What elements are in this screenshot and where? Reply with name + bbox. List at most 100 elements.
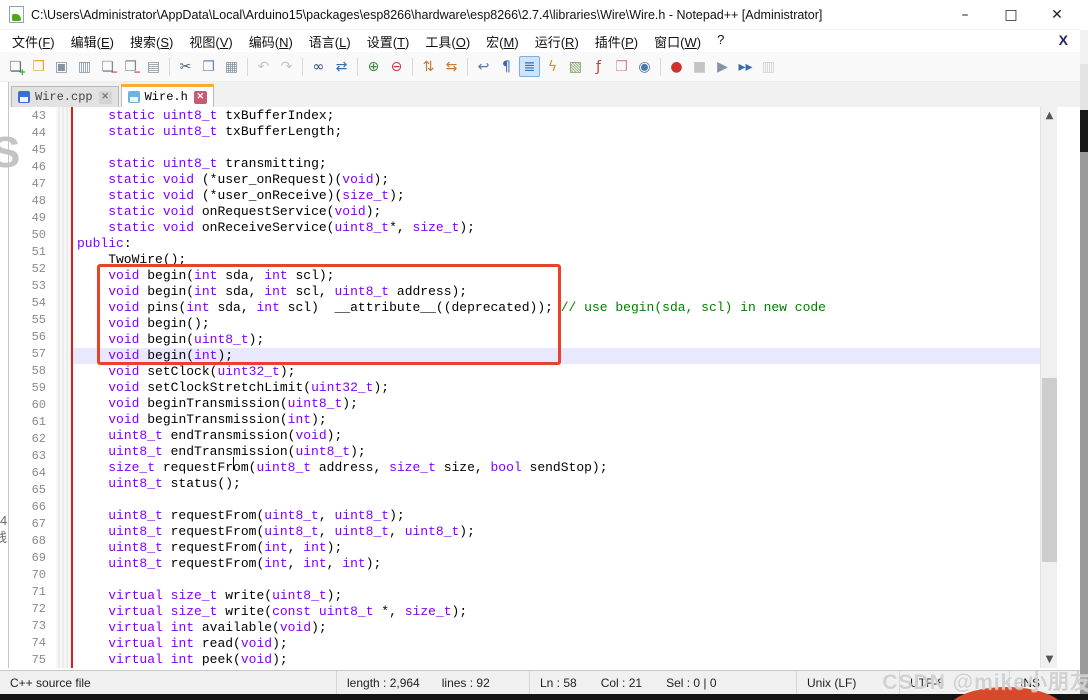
code-line-71[interactable]: uint8_t requestFrom(int, int, int); (9, 556, 1040, 572)
line-number-47[interactable]: 47 (9, 176, 56, 192)
line-number-61[interactable]: 61 (9, 414, 56, 430)
line-number-73[interactable]: 73 (9, 618, 56, 634)
tab-close-icon[interactable]: ✕ (193, 90, 207, 104)
code-line-72[interactable] (9, 572, 1040, 588)
line-number-51[interactable]: 51 (9, 244, 56, 260)
menu-language[interactable]: 语言(L) (301, 30, 359, 53)
menu-window[interactable]: 窗口(W) (646, 30, 709, 53)
scroll-up-arrow-icon[interactable]: ▲ (1041, 107, 1058, 124)
menu-search[interactable]: 搜索(S) (122, 30, 181, 53)
find-icon[interactable]: ∞ (308, 56, 329, 77)
code-line-66[interactable]: uint8_t status(); (9, 476, 1040, 492)
tab-wire-cpp[interactable]: Wire.cpp ✕ (11, 86, 119, 107)
sync-horizontal-icon[interactable]: ⇆ (441, 56, 462, 77)
replace-icon[interactable]: ⇄ (331, 56, 352, 77)
code-line-65[interactable]: size_t requestFrom(uint8_t address, size… (9, 460, 1040, 476)
print-icon[interactable]: ▤ (143, 56, 164, 77)
code-line-62[interactable]: void beginTransmission(int); (9, 412, 1040, 428)
close-button[interactable]: ✕ (1034, 0, 1080, 30)
indent-guide-icon[interactable]: ≣ (519, 56, 540, 77)
line-number-49[interactable]: 49 (9, 210, 56, 226)
new-file-icon[interactable]: ❏ + (5, 56, 26, 78)
word-wrap-icon[interactable]: ↩ (473, 56, 494, 77)
code-line-64[interactable]: uint8_t endTransmission(uint8_t); (9, 444, 1040, 460)
code-line-73[interactable]: virtual size_t write(uint8_t); (9, 588, 1040, 604)
line-number-gutter[interactable]: 43 44 45 46 47 48 49 50 51 52 53 54 55 56 57 58 59 60 61 62… (9, 107, 56, 668)
line-number-60[interactable]: 60 (9, 397, 56, 413)
close-all-icon[interactable]: ❐ − (120, 56, 141, 78)
code-line-61[interactable]: void beginTransmission(uint8_t); (9, 396, 1040, 412)
code-line-59[interactable]: void setClock(uint32_t); (9, 364, 1040, 380)
folder-as-workspace-icon[interactable]: ❒ (611, 56, 632, 77)
code-line-70[interactable]: uint8_t requestFrom(int, int); (9, 540, 1040, 556)
macro-stop-icon[interactable]: ■ (689, 56, 710, 77)
line-number-70[interactable]: 70 (9, 567, 56, 583)
save-all-icon[interactable]: ▥ (74, 56, 95, 77)
code-line-43[interactable]: static uint8_t txBufferIndex; (9, 108, 1040, 124)
line-number-65[interactable]: 65 (9, 482, 56, 498)
line-number-63[interactable]: 63 (9, 448, 56, 464)
menu-file[interactable]: 文件(F) (4, 30, 63, 53)
show-all-characters-icon[interactable]: ¶ (496, 56, 517, 77)
menu-run[interactable]: 运行(R) (527, 30, 587, 53)
code-editor[interactable]: static uint8_t txBufferIndex; static uin… (8, 107, 1040, 668)
line-number-67[interactable]: 67 (9, 516, 56, 532)
line-number-75[interactable]: 75 (9, 652, 56, 668)
maximize-button[interactable]: □ (988, 0, 1034, 30)
line-number-59[interactable]: 59 (9, 380, 56, 396)
macro-record-icon[interactable]: ● (666, 56, 687, 77)
user-command-icon[interactable]: ϟ (542, 56, 563, 77)
line-number-55[interactable]: 55 (9, 312, 56, 328)
scrollbar-thumb[interactable] (1042, 378, 1057, 562)
code-line-45[interactable] (9, 140, 1040, 156)
line-number-58[interactable]: 58 (9, 363, 56, 379)
menu-help[interactable]: ? (709, 30, 732, 53)
line-number-74[interactable]: 74 (9, 635, 56, 651)
macro-save-icon[interactable]: ▥ (758, 56, 779, 77)
code-line-49[interactable]: static void onRequestService(void); (9, 204, 1040, 220)
line-number-72[interactable]: 72 (9, 601, 56, 617)
line-number-57[interactable]: 57 (9, 346, 56, 362)
code-line-48[interactable]: static void (*user_onReceive)(size_t); (9, 188, 1040, 204)
function-list-icon[interactable]: ƒ (588, 56, 609, 77)
code-line-63[interactable]: uint8_t endTransmission(void); (9, 428, 1040, 444)
code-line-50[interactable]: static void onReceiveService(uint8_t*, s… (9, 220, 1040, 236)
menu-tools[interactable]: 工具(O) (417, 30, 478, 53)
line-number-43[interactable]: 43 (9, 108, 56, 124)
code-line-74[interactable]: virtual size_t write(const uint8_t *, si… (9, 604, 1040, 620)
line-number-56[interactable]: 56 (9, 329, 56, 345)
close-file-icon[interactable]: ❏ − (97, 56, 118, 78)
code-line-67[interactable] (9, 492, 1040, 508)
macro-play-icon[interactable]: ▶ (712, 56, 733, 77)
save-icon[interactable]: ▣ (51, 56, 72, 77)
zoom-in-icon[interactable]: ⊕ (363, 56, 384, 77)
tab-wire-h[interactable]: Wire.h ✕ (120, 84, 214, 107)
zoom-out-icon[interactable]: ⊖ (386, 56, 407, 77)
line-number-53[interactable]: 53 (9, 278, 56, 294)
code-line-51[interactable]: public: (9, 236, 1040, 252)
line-number-66[interactable]: 66 (9, 499, 56, 515)
code-line-75[interactable]: virtual int available(void); (9, 620, 1040, 636)
menu-edit[interactable]: 编辑(E) (63, 30, 122, 53)
document-monitor-icon[interactable]: ◉ (634, 56, 655, 77)
menu-settings[interactable]: 设置(T) (359, 30, 418, 53)
close-document-x[interactable]: X (1059, 32, 1068, 48)
paste-icon[interactable]: ▦ (221, 56, 242, 77)
code-line-60[interactable]: void setClockStretchLimit(uint32_t); (9, 380, 1040, 396)
copy-icon[interactable]: ❐ (198, 56, 219, 77)
line-number-52[interactable]: 52 (9, 261, 56, 277)
code-line-47[interactable]: static void (*user_onRequest)(void); (9, 172, 1040, 188)
menu-plugins[interactable]: 插件(P) (587, 30, 646, 53)
line-number-68[interactable]: 68 (9, 533, 56, 549)
line-number-50[interactable]: 50 (9, 227, 56, 243)
line-number-64[interactable]: 64 (9, 465, 56, 481)
tab-close-icon[interactable]: ✕ (98, 90, 112, 104)
cut-icon[interactable]: ✂ (175, 56, 196, 77)
macro-run-multiple-icon[interactable]: ▸▸ (735, 56, 756, 77)
line-number-62[interactable]: 62 (9, 431, 56, 447)
undo-icon[interactable]: ↶ (253, 56, 274, 77)
line-number-48[interactable]: 48 (9, 193, 56, 209)
minimize-button[interactable]: – (942, 0, 988, 30)
code-line-68[interactable]: uint8_t requestFrom(uint8_t, uint8_t); (9, 508, 1040, 524)
sync-vertical-icon[interactable]: ⇅ (418, 56, 439, 77)
